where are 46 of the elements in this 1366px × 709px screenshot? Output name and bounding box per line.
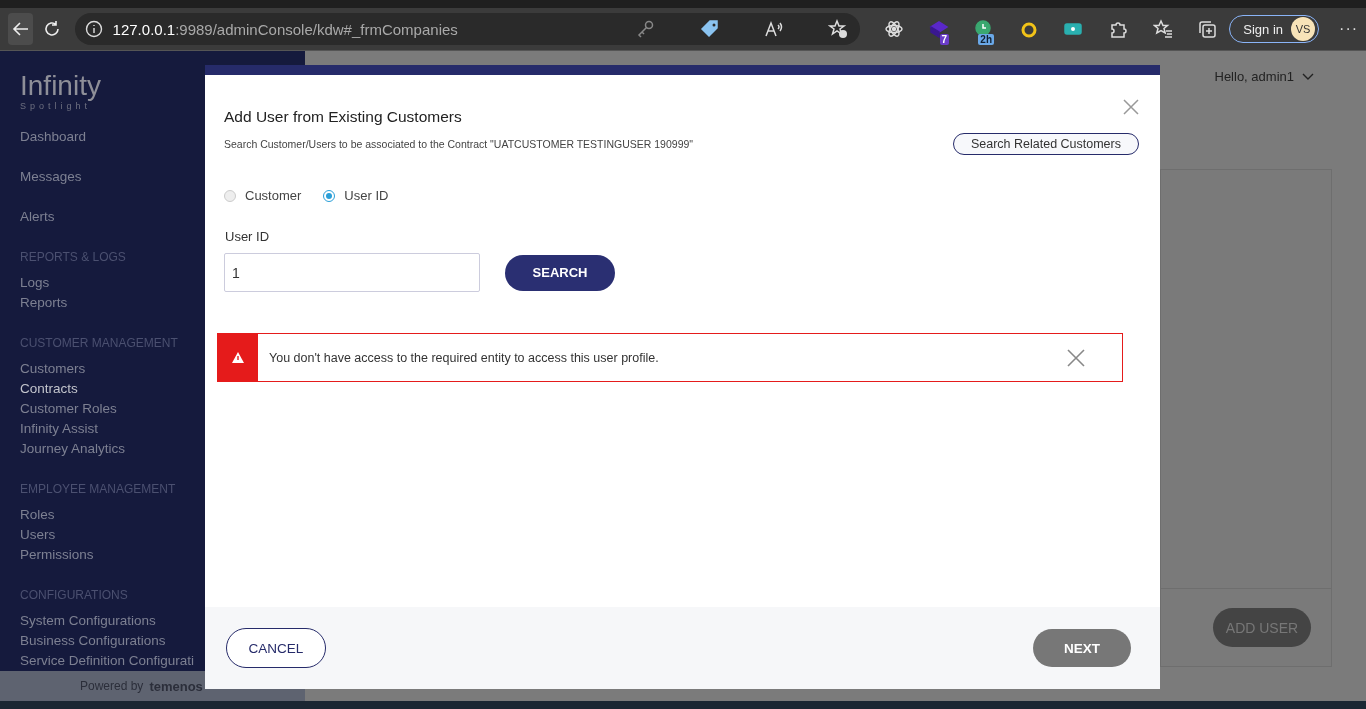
sidebar-item[interactable]: Contracts <box>20 379 78 399</box>
favorite-add-icon[interactable] <box>825 17 850 41</box>
sidebar-item[interactable]: Reports <box>20 293 68 313</box>
sidebar-item[interactable]: Dashboard <box>20 127 87 147</box>
search-related-button[interactable]: Search Related Customers <box>952 133 1139 155</box>
dialog-title: Add User from Existing Customers <box>224 108 462 126</box>
close-icon[interactable] <box>1121 97 1141 117</box>
warning-icon <box>232 352 244 363</box>
user-menu[interactable]: Hello, admin1 <box>1214 69 1314 84</box>
dialog-subtitle: Search Customer/Users to be associated to the Contract "UATCUSTOMER TESTINGUSER 190999" <box>224 138 694 150</box>
sidebar-item[interactable]: Business Configurations <box>20 631 166 651</box>
sidebar-item[interactable]: Journey Analytics <box>20 439 126 459</box>
radio-option[interactable]: User ID <box>323 188 389 203</box>
logo-subtitle: Spotlight <box>20 101 92 111</box>
sidebar-item[interactable]: Messages <box>20 167 82 187</box>
user-id-field[interactable]: 1 <box>224 253 480 292</box>
sidebar-item[interactable]: System Configurations <box>20 611 156 631</box>
info-icon <box>84 20 103 38</box>
extension-badge: 7 <box>939 34 950 45</box>
radio-option[interactable]: Customer <box>224 188 302 203</box>
sidebar-item[interactable]: Infinity Assist <box>20 419 99 439</box>
error-message: You don't have access to the required entity to access this user profile. <box>268 350 660 365</box>
url-text: 127.0.0.1:9989/adminConsole/kdw#_frmCompanies <box>112 20 459 38</box>
caret-icon <box>1302 72 1314 81</box>
back-button[interactable] <box>8 13 34 45</box>
cancel-button[interactable]: CANCEL <box>226 628 326 668</box>
sidebar-item[interactable]: Logs <box>20 273 50 293</box>
search-button[interactable]: SEARCH <box>505 254 615 291</box>
back-icon <box>11 20 30 38</box>
sidebar-item[interactable]: Customer Roles <box>20 399 117 419</box>
reload-icon <box>42 20 61 38</box>
close-icon[interactable] <box>1066 347 1086 368</box>
extension-badge: 2h <box>978 34 995 45</box>
favorites-icon[interactable] <box>1152 17 1173 41</box>
sidebar-item[interactable]: Roles <box>20 505 55 525</box>
sidebar-item[interactable]: Alerts <box>20 207 55 227</box>
next-button[interactable]: NEXT <box>1033 629 1131 667</box>
logo: Infinity <box>20 71 101 101</box>
field-label: User ID <box>225 229 270 244</box>
sidebar-item[interactable]: Permissions <box>20 545 94 565</box>
more-button[interactable]: ··· <box>1339 20 1359 38</box>
avatar: VS <box>1291 17 1316 41</box>
sidebar-item[interactable]: Customers <box>20 359 86 379</box>
address-bar[interactable]: 127.0.0.1:9989/adminConsole/kdw#_frmCompanies <box>74 13 860 45</box>
sidebar-item[interactable]: Users <box>20 525 56 545</box>
sidebar-item[interactable]: Service Definition Configurati <box>20 651 195 671</box>
